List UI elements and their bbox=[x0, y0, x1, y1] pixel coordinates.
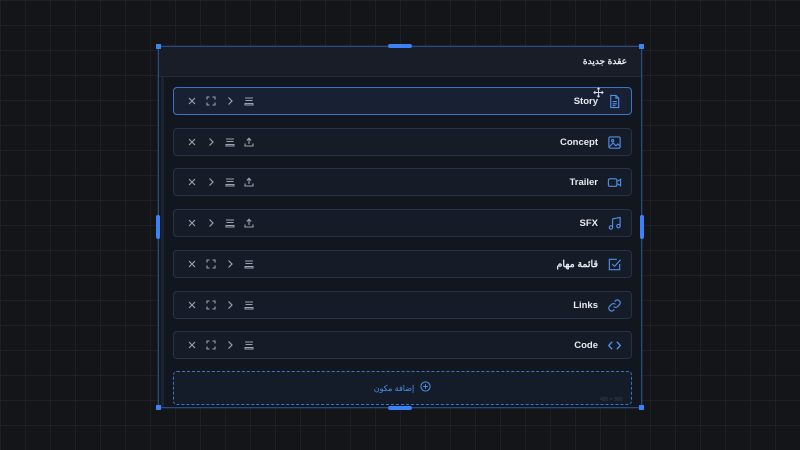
close-icon[interactable] bbox=[186, 299, 198, 311]
chevron-right-icon[interactable] bbox=[205, 176, 217, 188]
stack-icon[interactable] bbox=[224, 136, 236, 148]
row-actions bbox=[186, 129, 255, 155]
chevron-right-icon[interactable] bbox=[224, 95, 236, 107]
resize-handle-top-left[interactable] bbox=[156, 44, 161, 49]
add-component-button[interactable]: إضافة مكون bbox=[173, 371, 632, 405]
row-label: Trailer bbox=[569, 177, 598, 189]
plus-circle-icon bbox=[420, 379, 431, 397]
add-component-label: إضافة مكون bbox=[373, 383, 415, 393]
stack-icon[interactable] bbox=[243, 95, 255, 107]
row-label: Concept bbox=[560, 136, 598, 148]
component-row[interactable]: SFX bbox=[173, 209, 632, 238]
resize-handle-bottom-right[interactable] bbox=[639, 405, 644, 410]
expand-icon[interactable] bbox=[205, 95, 217, 107]
node-title: عقدة جديدة bbox=[582, 56, 627, 66]
stack-icon[interactable] bbox=[224, 217, 236, 229]
chevron-right-icon[interactable] bbox=[205, 217, 217, 229]
close-icon[interactable] bbox=[186, 95, 198, 107]
close-icon[interactable] bbox=[186, 339, 198, 351]
chevron-right-icon[interactable] bbox=[224, 299, 236, 311]
row-label: Code bbox=[574, 340, 598, 352]
video-icon bbox=[607, 175, 622, 190]
upload-icon[interactable] bbox=[243, 217, 255, 229]
size-hint: 480 × 360 bbox=[600, 397, 623, 403]
music-icon bbox=[607, 216, 622, 231]
row-actions bbox=[186, 169, 255, 195]
code-icon bbox=[607, 338, 622, 353]
chevron-right-icon[interactable] bbox=[224, 339, 236, 351]
component-row[interactable]: قائمة مهام bbox=[173, 249, 632, 278]
component-row[interactable]: Links bbox=[173, 290, 632, 319]
inner-rail bbox=[161, 77, 164, 407]
image-icon bbox=[607, 135, 622, 150]
checkbox-icon bbox=[607, 257, 622, 272]
row-actions bbox=[186, 88, 255, 114]
row-actions bbox=[186, 210, 255, 236]
component-row[interactable]: Concept bbox=[173, 127, 632, 156]
resize-handle-top-right[interactable] bbox=[639, 44, 644, 49]
row-actions bbox=[186, 332, 255, 358]
close-icon[interactable] bbox=[186, 136, 198, 148]
resize-handle-right[interactable] bbox=[640, 215, 644, 239]
upload-icon[interactable] bbox=[243, 136, 255, 148]
stack-icon[interactable] bbox=[243, 299, 255, 311]
close-icon[interactable] bbox=[186, 258, 198, 270]
expand-icon[interactable] bbox=[205, 258, 217, 270]
chevron-right-icon[interactable] bbox=[224, 258, 236, 270]
close-icon[interactable] bbox=[186, 176, 198, 188]
stack-icon[interactable] bbox=[224, 176, 236, 188]
row-label: قائمة مهام bbox=[556, 258, 598, 270]
component-row[interactable]: Code bbox=[173, 331, 632, 360]
link-icon bbox=[607, 298, 622, 313]
chevron-right-icon[interactable] bbox=[205, 136, 217, 148]
row-actions bbox=[186, 292, 255, 318]
upload-icon[interactable] bbox=[243, 176, 255, 188]
component-row[interactable]: Story bbox=[173, 87, 632, 115]
resize-handle-bottom-left[interactable] bbox=[156, 405, 161, 410]
stack-icon[interactable] bbox=[243, 339, 255, 351]
document-icon bbox=[607, 94, 622, 109]
row-label: SFX bbox=[579, 218, 598, 230]
expand-icon[interactable] bbox=[205, 339, 217, 351]
close-icon[interactable] bbox=[186, 217, 198, 229]
row-actions bbox=[186, 251, 255, 277]
row-label: Links bbox=[573, 299, 598, 311]
resize-handle-bottom[interactable] bbox=[388, 406, 412, 410]
expand-icon[interactable] bbox=[205, 299, 217, 311]
resize-handle-left[interactable] bbox=[156, 215, 160, 239]
move-cursor-icon bbox=[593, 85, 604, 98]
resize-handle-top[interactable] bbox=[388, 44, 412, 48]
node-header[interactable]: عقدة جديدة bbox=[159, 47, 641, 77]
component-row[interactable]: Trailer bbox=[173, 168, 632, 197]
stack-icon[interactable] bbox=[243, 258, 255, 270]
